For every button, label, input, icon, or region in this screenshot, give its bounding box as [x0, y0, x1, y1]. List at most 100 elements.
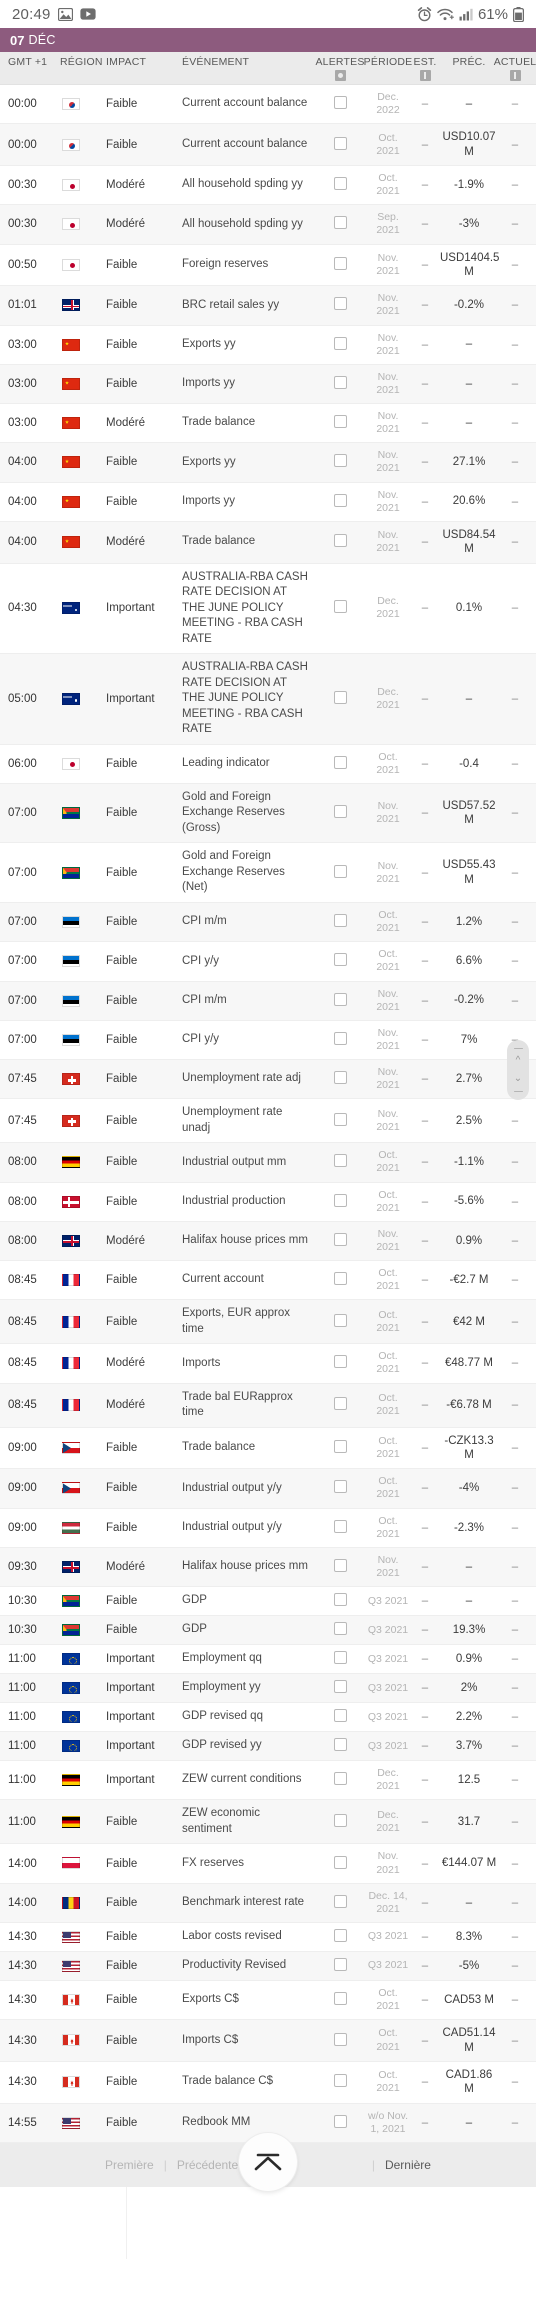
cell-event[interactable]: Gold and Foreign Exchange Reserves (Gros… — [174, 783, 314, 843]
table-row[interactable]: 07:45FaibleUnemployment rate adjNov. 202… — [0, 1060, 536, 1099]
table-row[interactable]: 04:30ImportantAUSTRALIA-RBA CASH RATE DE… — [0, 563, 536, 654]
cell-event[interactable]: Halifax house prices mm — [174, 1547, 314, 1586]
cell-event[interactable]: AUSTRALIA-RBA CASH RATE DECISION AT THE … — [174, 563, 314, 654]
cell-alert[interactable] — [314, 2020, 366, 2062]
pagination-last[interactable]: Dernière — [375, 2158, 441, 2172]
table-row[interactable]: 11:00ImportantEmployment qqQ3 2021–0.9%– — [0, 1645, 536, 1674]
cell-alert[interactable] — [314, 1427, 366, 1469]
cell-event[interactable]: Imports yy — [174, 482, 314, 521]
alert-checkbox[interactable] — [334, 494, 347, 507]
cell-alert[interactable] — [314, 1980, 366, 2019]
alert-checkbox[interactable] — [334, 2033, 347, 2046]
cell-event[interactable]: Exports C$ — [174, 1980, 314, 2019]
table-row[interactable]: 08:00FaibleIndustrial output mmOct. 2021… — [0, 1143, 536, 1182]
cell-event[interactable]: CPI y/y — [174, 942, 314, 981]
table-row[interactable]: 14:00FaibleBenchmark interest rateDec. 1… — [0, 1883, 536, 1922]
alert-checkbox[interactable] — [334, 1856, 347, 1869]
table-row[interactable]: 07:00FaibleCPI m/mNov. 2021–-0.2%– — [0, 981, 536, 1020]
alert-checkbox[interactable] — [334, 865, 347, 878]
cell-event[interactable]: Unemployment rate adj — [174, 1060, 314, 1099]
alert-checkbox[interactable] — [334, 1680, 347, 1693]
table-row[interactable]: 00:00FaibleCurrent account balanceOct. 2… — [0, 124, 536, 166]
cell-alert[interactable] — [314, 1883, 366, 1922]
cell-alert[interactable] — [314, 166, 366, 205]
cell-alert[interactable] — [314, 783, 366, 843]
cell-alert[interactable] — [314, 286, 366, 325]
table-row[interactable]: 11:00ImportantZEW current conditionsDec.… — [0, 1761, 536, 1800]
cell-event[interactable]: Industrial production — [174, 1182, 314, 1221]
table-row[interactable]: 07:00FaibleCPI m/mOct. 2021–1.2%– — [0, 903, 536, 942]
table-row[interactable]: 11:00ImportantGDP revised qqQ3 2021–2.2%… — [0, 1703, 536, 1732]
table-row[interactable]: 04:00ModéréTrade balanceNov. 2021–USD84.… — [0, 521, 536, 563]
alert-checkbox[interactable] — [334, 337, 347, 350]
cell-event[interactable]: Redbook MM — [174, 2103, 314, 2142]
alert-checkbox[interactable] — [334, 1622, 347, 1635]
cell-alert[interactable] — [314, 942, 366, 981]
cell-alert[interactable] — [314, 563, 366, 654]
cell-alert[interactable] — [314, 843, 366, 903]
table-row[interactable]: 01:01FaibleBRC retail sales yyNov. 2021–… — [0, 286, 536, 325]
cell-event[interactable]: GDP revised yy — [174, 1732, 314, 1761]
alert-checkbox[interactable] — [334, 1194, 347, 1207]
cell-alert[interactable] — [314, 1469, 366, 1508]
cell-event[interactable]: Industrial output y/y — [174, 1469, 314, 1508]
alert-checkbox[interactable] — [334, 2074, 347, 2087]
cell-event[interactable]: GDP — [174, 1616, 314, 1645]
table-row[interactable]: 10:30FaibleGDPQ3 2021––– — [0, 1587, 536, 1616]
cell-alert[interactable] — [314, 981, 366, 1020]
table-row[interactable]: 11:00ImportantEmployment yyQ3 2021–2%– — [0, 1674, 536, 1703]
cell-event[interactable]: Labor costs revised — [174, 1922, 314, 1951]
cell-event[interactable]: All household spding yy — [174, 205, 314, 244]
column-header-alerts[interactable]: ALERTES — [314, 52, 366, 85]
alert-checkbox[interactable] — [334, 1895, 347, 1908]
cell-event[interactable]: Imports C$ — [174, 2020, 314, 2062]
alert-checkbox[interactable] — [334, 1154, 347, 1167]
column-header-time[interactable]: GMT +1 — [0, 52, 58, 85]
alert-checkbox[interactable] — [334, 1440, 347, 1453]
cell-event[interactable]: Trade balance — [174, 404, 314, 443]
cell-event[interactable]: Trade bal EURapprox time — [174, 1383, 314, 1427]
table-row[interactable]: 14:30FaibleTrade balance C$Oct. 2021–CAD… — [0, 2061, 536, 2103]
cell-alert[interactable] — [314, 2061, 366, 2103]
cell-alert[interactable] — [314, 1508, 366, 1547]
cell-event[interactable]: Trade balance — [174, 521, 314, 563]
table-row[interactable]: 14:30FaibleProductivity RevisedQ3 2021–-… — [0, 1951, 536, 1980]
table-row[interactable]: 07:00FaibleCPI y/yNov. 2021–7%– — [0, 1020, 536, 1059]
table-row[interactable]: 00:30ModéréAll household spding yyOct. 2… — [0, 166, 536, 205]
alert-checkbox[interactable] — [334, 993, 347, 1006]
cell-alert[interactable] — [314, 1587, 366, 1616]
column-header-actual[interactable]: ACTUEL — [498, 52, 536, 85]
alert-checkbox[interactable] — [334, 257, 347, 270]
table-row[interactable]: 09:00FaibleIndustrial output y/yOct. 202… — [0, 1508, 536, 1547]
cell-event[interactable]: Current account balance — [174, 124, 314, 166]
table-row[interactable]: 08:00FaibleIndustrial productionOct. 202… — [0, 1182, 536, 1221]
alert-checkbox[interactable] — [334, 1559, 347, 1572]
table-row[interactable]: 08:45ModéréImportsOct. 2021–€48.77 M– — [0, 1344, 536, 1383]
alert-checkbox[interactable] — [334, 297, 347, 310]
table-row[interactable]: 14:30FaibleLabor costs revisedQ3 2021–8.… — [0, 1922, 536, 1951]
table-row[interactable]: 08:45FaibleCurrent accountOct. 2021–-€2.… — [0, 1261, 536, 1300]
cell-alert[interactable] — [314, 1616, 366, 1645]
cell-event[interactable]: Industrial output y/y — [174, 1508, 314, 1547]
cell-event[interactable]: Leading indicator — [174, 744, 314, 783]
cell-alert[interactable] — [314, 1951, 366, 1980]
alert-checkbox[interactable] — [334, 953, 347, 966]
table-row[interactable]: 03:00FaibleExports yyNov. 2021––– — [0, 325, 536, 364]
cell-event[interactable]: CPI y/y — [174, 1020, 314, 1059]
table-row[interactable]: 09:30ModéréHalifax house prices mmNov. 2… — [0, 1547, 536, 1586]
table-row[interactable]: 07:00FaibleGold and Foreign Exchange Res… — [0, 843, 536, 903]
cell-alert[interactable] — [314, 244, 366, 286]
column-header-event[interactable]: ÉVÉNEMENT — [174, 52, 314, 85]
table-row[interactable]: 00:30ModéréAll household spding yySep. 2… — [0, 205, 536, 244]
table-row[interactable]: 09:00FaibleTrade balanceOct. 2021–-CZK13… — [0, 1427, 536, 1469]
cell-alert[interactable] — [314, 1300, 366, 1344]
cell-alert[interactable] — [314, 325, 366, 364]
cell-event[interactable]: GDP revised qq — [174, 1703, 314, 1732]
cell-alert[interactable] — [314, 1261, 366, 1300]
cell-alert[interactable] — [314, 1844, 366, 1883]
alert-checkbox[interactable] — [334, 1958, 347, 1971]
alert-checkbox[interactable] — [334, 534, 347, 547]
cell-event[interactable]: Current account — [174, 1261, 314, 1300]
info-icon[interactable] — [420, 70, 431, 81]
alert-checkbox[interactable] — [334, 1593, 347, 1606]
